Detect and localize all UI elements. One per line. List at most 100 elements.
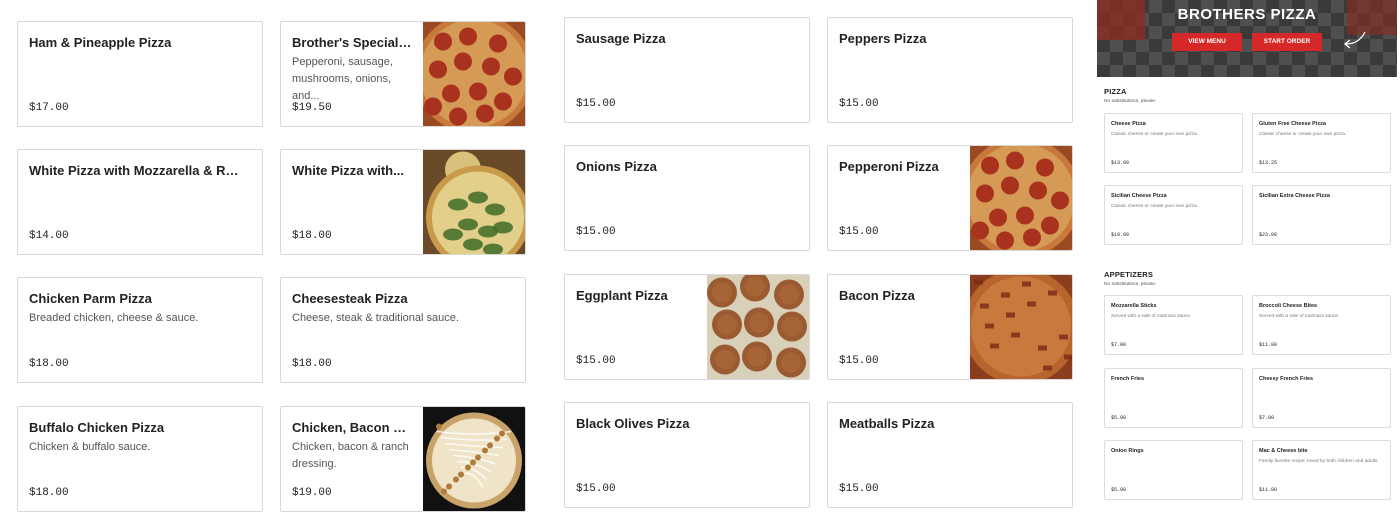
spinach-pizza-photo — [423, 150, 525, 254]
preview-item-name: Sicilian Extra Cheese Pizza — [1259, 193, 1330, 199]
menu-item-price: $18.00 — [292, 358, 332, 370]
preview-item-card[interactable]: Sicilian Cheese Pizza Classic cheese or … — [1104, 185, 1243, 245]
preview-item-price: $7.00 — [1111, 342, 1127, 348]
preview-item-card[interactable]: Mac & Cheese bite Family favorite recipe… — [1252, 440, 1391, 500]
menu-item-name: Meatballs Pizza — [839, 416, 935, 431]
pepperoni-pizza-photo — [970, 146, 1072, 250]
menu-item-name: Eggplant Pizza — [576, 288, 668, 303]
appetizers-section-title: APPETIZERS — [1104, 270, 1154, 279]
menu-item-card[interactable]: Eggplant Pizza $15.00 — [564, 274, 810, 380]
pizza-section-title: PIZZA — [1104, 87, 1127, 96]
preview-item-name: Sicilian Cheese Pizza — [1111, 193, 1167, 199]
menu-item-card[interactable]: Sausage Pizza $15.00 — [564, 17, 810, 123]
menu-item-price: $15.00 — [839, 483, 879, 495]
preview-item-card[interactable]: Gluten Free Cheese Pizza Classic cheese … — [1252, 113, 1391, 173]
menu-item-card[interactable]: White Pizza with... $18.00 — [280, 149, 526, 255]
preview-item-description: Served with a side of marinara sauce. — [1111, 314, 1192, 319]
menu-item-price: $15.00 — [576, 226, 616, 238]
menu-item-card[interactable]: Chicken Parm Pizza Breaded chicken, chee… — [17, 277, 263, 383]
preview-item-description: Classic cheese or create your own pizza. — [1111, 132, 1199, 137]
menu-item-name: Pepperoni Pizza — [839, 159, 939, 174]
preview-item-price: $7.00 — [1259, 415, 1275, 421]
menu-item-card[interactable]: Pepperoni Pizza $15.00 — [827, 145, 1073, 251]
menu-item-card[interactable]: Ham & Pineapple Pizza $17.00 — [17, 21, 263, 127]
menu-item-price: $19.00 — [292, 487, 332, 499]
preview-item-name: Broccoli Cheese Bites — [1259, 303, 1318, 309]
preview-item-card[interactable]: Broccoli Cheese Bites Served with a side… — [1252, 295, 1391, 355]
menu-item-card[interactable]: Bacon Pizza $15.00 — [827, 274, 1073, 380]
menu-item-card[interactable]: Buffalo Chicken Pizza Chicken & buffalo … — [17, 406, 263, 512]
ranch-pizza-photo — [423, 407, 525, 511]
menu-item-card[interactable]: Onions Pizza $15.00 — [564, 145, 810, 251]
preview-item-name: Mozzarella Sticks — [1111, 303, 1157, 309]
preview-item-price: $13.00 — [1111, 160, 1130, 166]
menu-item-price: $15.00 — [576, 98, 616, 110]
menu-item-price: $17.00 — [29, 102, 69, 114]
menu-item-description: Chicken, bacon & ranch dressing. — [292, 441, 409, 470]
preview-item-name: Cheese Pizza — [1111, 121, 1146, 127]
arrow-icon — [1343, 31, 1366, 49]
bacon-pizza-photo — [970, 275, 1072, 379]
menu-item-name: Chicken Parm Pizza — [29, 291, 152, 306]
menu-item-price: $14.00 — [29, 230, 69, 242]
menu-item-card[interactable]: Meatballs Pizza $15.00 — [827, 402, 1073, 508]
menu-item-name: Cheesesteak Pizza — [292, 291, 408, 306]
view-menu-button[interactable]: VIEW MENU — [1172, 33, 1242, 51]
menu-item-price: $18.00 — [29, 487, 69, 499]
preview-item-description: Classic cheese or create your own pizza. — [1259, 132, 1347, 137]
eggplant-pizza-photo — [707, 275, 809, 379]
menu-item-card[interactable]: Peppers Pizza $15.00 — [827, 17, 1073, 123]
preview-item-description: Family favorite recipe, loved by both ch… — [1259, 459, 1379, 464]
menu-item-name: Bacon Pizza — [839, 288, 915, 303]
menu-item-card[interactable]: Cheesesteak Pizza Cheese, steak & tradit… — [280, 277, 526, 383]
menu-item-description: Breaded chicken, cheese & sauce. — [29, 312, 199, 324]
preview-item-price: $23.00 — [1259, 232, 1278, 238]
menu-item-name: Buffalo Chicken Pizza — [29, 420, 165, 435]
menu-item-price: $15.00 — [576, 355, 616, 367]
menu-item-name: Sausage Pizza — [576, 31, 666, 46]
menu-item-name: Ham & Pineapple Pizza — [29, 35, 172, 50]
preview-item-name: Gluten Free Cheese Pizza — [1259, 121, 1326, 127]
preview-item-card[interactable]: Cheesy French Fries $7.00 — [1252, 368, 1391, 428]
preview-item-name: Onion Rings — [1111, 448, 1144, 454]
menu-item-price: $19.50 — [292, 102, 332, 114]
preview-item-card[interactable]: Onion Rings $5.00 — [1104, 440, 1243, 500]
preview-item-card[interactable]: Sicilian Extra Cheese Pizza $23.00 — [1252, 185, 1391, 245]
preview-item-description: Served with a side of marinara sauce. — [1259, 314, 1340, 319]
menu-item-name: Peppers Pizza — [839, 31, 927, 46]
preview-item-price: $11.00 — [1259, 342, 1278, 348]
preview-item-description: Classic cheese or create your own pizza. — [1111, 204, 1199, 209]
menu-item-price: $15.00 — [839, 226, 879, 238]
preview-item-card[interactable]: French Fries $5.00 — [1104, 368, 1243, 428]
menu-item-price: $18.00 — [29, 358, 69, 370]
preview-item-name: French Fries — [1111, 376, 1145, 382]
menu-item-description: Chicken & buffalo sauce. — [29, 441, 151, 453]
pizza-section-subtitle: No substitutions, please. — [1104, 99, 1157, 104]
preview-item-price: $13.25 — [1259, 160, 1278, 166]
menu-item-price: $15.00 — [839, 98, 879, 110]
menu-item-name: White Pizza with Mozzarella & Ricotta... — [29, 163, 239, 178]
menu-item-price: $15.00 — [576, 483, 616, 495]
menu-item-name: Brother's Special Pizza — [292, 35, 412, 50]
preview-item-price: $19.00 — [1111, 232, 1130, 238]
menu-item-card[interactable]: Chicken, Bacon &... Chicken, bacon & ran… — [280, 406, 526, 512]
preview-item-name: Mac & Cheese bite — [1259, 448, 1308, 454]
menu-item-name: Onions Pizza — [576, 159, 657, 174]
menu-item-name: Black Olives Pizza — [576, 416, 690, 431]
menu-item-card[interactable]: Brother's Special Pizza Pepperoni, sausa… — [280, 21, 526, 127]
start-order-button[interactable]: START ORDER — [1252, 33, 1322, 51]
hero-banner: BROTHERS PIZZA VIEW MENU START ORDER — [1097, 0, 1397, 77]
menu-item-name: Chicken, Bacon &... — [292, 420, 412, 435]
preview-item-price: $5.00 — [1111, 415, 1127, 421]
menu-item-card[interactable]: White Pizza with Mozzarella & Ricotta...… — [17, 149, 263, 255]
menu-item-card[interactable]: Black Olives Pizza $15.00 — [564, 402, 810, 508]
banner-title: BROTHERS PIZZA — [1177, 6, 1317, 23]
pepperoni-pizza-photo — [423, 22, 525, 126]
preview-item-name: Cheesy French Fries — [1259, 376, 1314, 382]
preview-item-card[interactable]: Mozzarella Sticks Served with a side of … — [1104, 295, 1243, 355]
preview-item-card[interactable]: Cheese Pizza Classic cheese or create yo… — [1104, 113, 1243, 173]
menu-item-name: White Pizza with... — [292, 163, 404, 178]
menu-item-price: $18.00 — [292, 230, 332, 242]
menu-item-description: Pepperoni, sausage, mushrooms, onions, a… — [292, 56, 393, 102]
menu-item-description: Cheese, steak & traditional sauce. — [292, 312, 459, 324]
